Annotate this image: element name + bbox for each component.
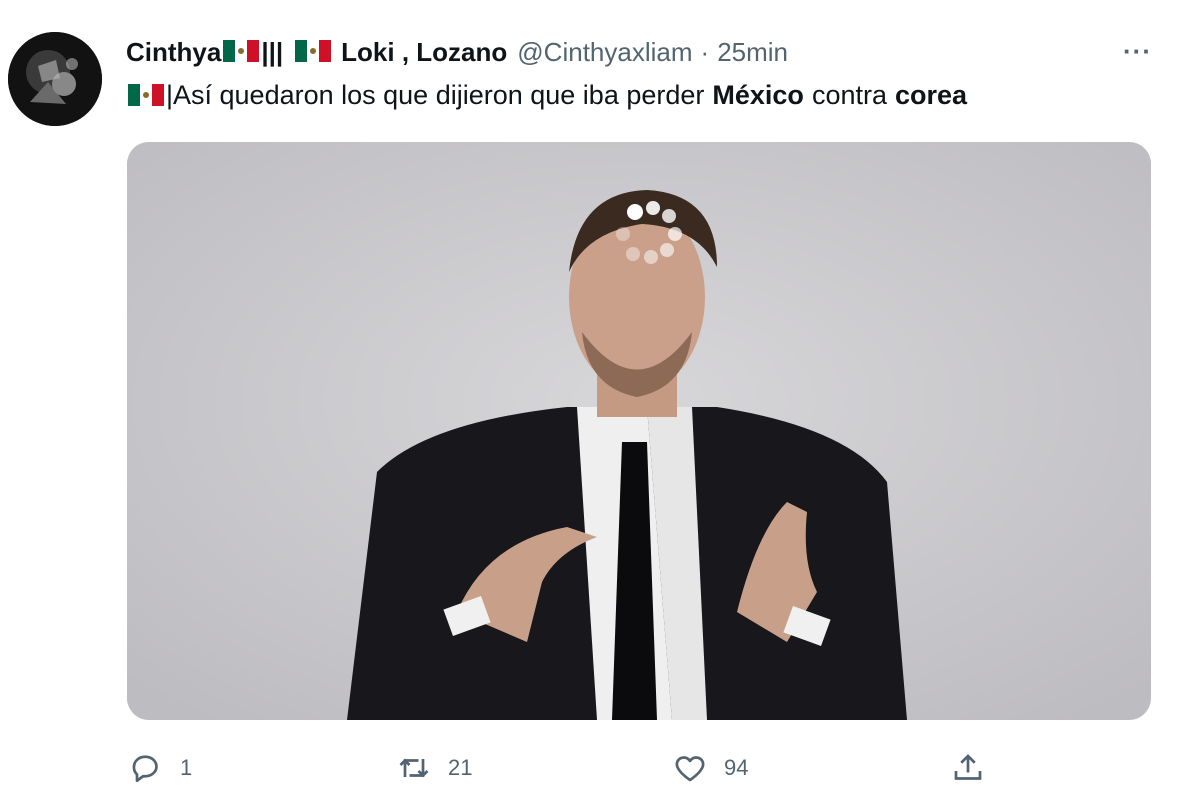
heart-icon [672,750,708,786]
reply-count: 1 [180,755,193,780]
reply-icon [128,750,164,786]
retweet-icon [396,750,432,786]
tweet-text: |Así quedaron los que dijieron que iba p… [126,80,967,111]
mexico-flag-icon [223,40,260,62]
retweet-count: 21 [448,755,473,780]
more-icon[interactable]: ··· [1123,36,1152,67]
tweet-text-middle: contra [811,80,887,110]
separator: · [700,36,710,67]
tweet-card[interactable]: Cinthya ||| Loki , Lozano @Cinthyaxliam … [0,0,1200,801]
share-button[interactable] [950,745,986,791]
mexico-flag-icon [295,40,332,62]
tweet-header: Cinthya ||| Loki , Lozano @Cinthyaxliam … [126,34,788,70]
tweet-text-bold-mexico: México [712,80,804,110]
retweet-button[interactable]: 21 [396,745,472,791]
like-count: 94 [724,755,749,780]
avatar[interactable] [8,32,102,126]
reply-button[interactable]: 1 [128,745,192,791]
display-name-suffix[interactable]: Loki , Lozano [341,37,507,68]
tweet-media-gif[interactable] [127,142,1151,720]
user-handle[interactable]: @Cinthyaxliam [517,37,692,68]
mexico-flag-icon [128,83,164,106]
like-button[interactable]: 94 [672,745,748,791]
tweet-text-prefix: |Así quedaron los que dijieron que iba p… [166,80,705,110]
name-bars: ||| [261,36,284,67]
tweet-actions: 1 21 94 [0,745,1200,791]
timestamp[interactable]: 25min [717,37,788,68]
display-name[interactable]: Cinthya [126,37,221,68]
share-icon [950,750,986,786]
tweet-text-bold-corea: corea [894,80,968,110]
